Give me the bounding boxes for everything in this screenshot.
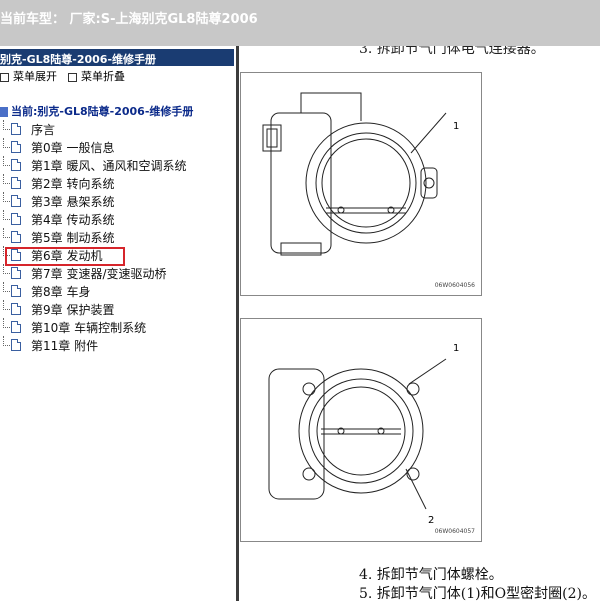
collapse-label: 菜单折叠 — [81, 70, 125, 83]
document-icon — [11, 321, 21, 333]
expand-icon — [0, 72, 9, 82]
callout-label: 1 — [453, 343, 460, 354]
tree-item-chapter-7[interactable]: 第7章 变速器/变速驱动桥 — [0, 264, 236, 282]
document-icon — [11, 123, 21, 135]
tree-item-label: 第4章 传动系统 — [31, 213, 115, 227]
collapse-icon — [68, 72, 77, 82]
tree-item-chapter-8[interactable]: 第8章 车身 — [0, 282, 236, 300]
document-icon — [11, 339, 21, 351]
document-icon — [11, 267, 21, 279]
document-icon — [11, 213, 21, 225]
tree-item-preface[interactable]: 序言 — [0, 120, 236, 138]
tree-item-label: 第5章 制动系统 — [31, 231, 115, 245]
throttle-body-drawing-2 — [268, 358, 447, 510]
tree-item-chapter-4[interactable]: 第4章 传动系统 — [0, 210, 236, 228]
selection-highlight — [5, 247, 125, 266]
tree-item-label: 第2章 转向系统 — [31, 177, 115, 191]
tree-item-chapter-3[interactable]: 第3章 悬架系统 — [0, 192, 236, 210]
expand-menu-button[interactable]: 菜单展开 — [0, 68, 57, 84]
sidebar-header-title: 别克-GL8陆尊-2006-维修手册 — [0, 53, 157, 66]
document-icon — [11, 177, 21, 189]
figure-code: 06W0604056 — [434, 282, 475, 289]
book-icon — [0, 107, 8, 117]
document-icon — [11, 195, 21, 207]
step-text-4: 4. 拆卸节气门体螺栓。 — [359, 567, 503, 583]
callout-label: 2 — [428, 515, 435, 526]
step-text-5: 5. 拆卸节气门体(1)和O型密封圈(2)。 — [359, 586, 596, 601]
throttle-body-drawing-1 — [262, 92, 447, 256]
title-bar: 当前车型： 厂家:S-上海别克GL8陆尊2006 — [0, 0, 600, 46]
figure-throttle-body-oring: 1 2 06W0604057 — [240, 318, 482, 542]
tree-item-chapter-1[interactable]: 第1章 暖风、通风和空调系统 — [0, 156, 236, 174]
figure-code: 06W0604057 — [434, 528, 475, 535]
tree-root[interactable]: 当前:别克-GL8陆尊-2006-维修手册 — [0, 103, 193, 119]
expand-label: 菜单展开 — [13, 70, 57, 83]
tree-item-label: 第3章 悬架系统 — [31, 195, 115, 209]
document-icon — [11, 141, 21, 153]
tree-item-chapter-9[interactable]: 第9章 保护装置 — [0, 300, 236, 318]
tree-list: 序言 第0章 一般信息 第1章 暖风、通风和空调系统 第2章 转向系统 第3章 … — [0, 120, 236, 354]
tree-root-label: 当前:别克-GL8陆尊-2006-维修手册 — [11, 105, 194, 118]
step-text-top: 3. 拆卸节气门体电气连接器。 — [359, 46, 545, 57]
content-pane: 3. 拆卸节气门体电气连接器。 1 06W0604056 1 2 06W0604… — [239, 46, 600, 601]
tree-item-label: 第11章 附件 — [31, 339, 99, 353]
document-icon — [11, 159, 21, 171]
tree-item-chapter-2[interactable]: 第2章 转向系统 — [0, 174, 236, 192]
document-icon — [11, 285, 21, 297]
sidebar-header: 别克-GL8陆尊-2006-维修手册 — [0, 49, 234, 66]
figure-throttle-body-connector: 1 06W0604056 — [240, 72, 482, 296]
document-icon — [11, 303, 21, 315]
tree-item-label: 第8章 车身 — [31, 285, 91, 299]
window-title: 当前车型： 厂家:S-上海别克GL8陆尊2006 — [0, 12, 258, 27]
sidebar: 别克-GL8陆尊-2006-维修手册 菜单展开 菜单折叠 当前:别克-GL8陆尊… — [0, 46, 236, 601]
tree-item-chapter-11[interactable]: 第11章 附件 — [0, 336, 236, 354]
tree-item-label: 第10章 车辆控制系统 — [31, 321, 147, 335]
collapse-menu-button[interactable]: 菜单折叠 — [68, 68, 125, 84]
document-icon — [11, 231, 21, 243]
tree-item-label: 第9章 保护装置 — [31, 303, 115, 317]
tree-item-chapter-0[interactable]: 第0章 一般信息 — [0, 138, 236, 156]
tree-item-label: 第1章 暖风、通风和空调系统 — [31, 159, 187, 173]
tree-item-chapter-10[interactable]: 第10章 车辆控制系统 — [0, 318, 236, 336]
tree-item-label: 第7章 变速器/变速驱动桥 — [31, 267, 167, 281]
tree-item-label: 第0章 一般信息 — [31, 141, 115, 155]
tree-item-label: 序言 — [31, 123, 56, 137]
tree-item-chapter-5[interactable]: 第5章 制动系统 — [0, 228, 236, 246]
callout-label: 1 — [453, 121, 460, 132]
